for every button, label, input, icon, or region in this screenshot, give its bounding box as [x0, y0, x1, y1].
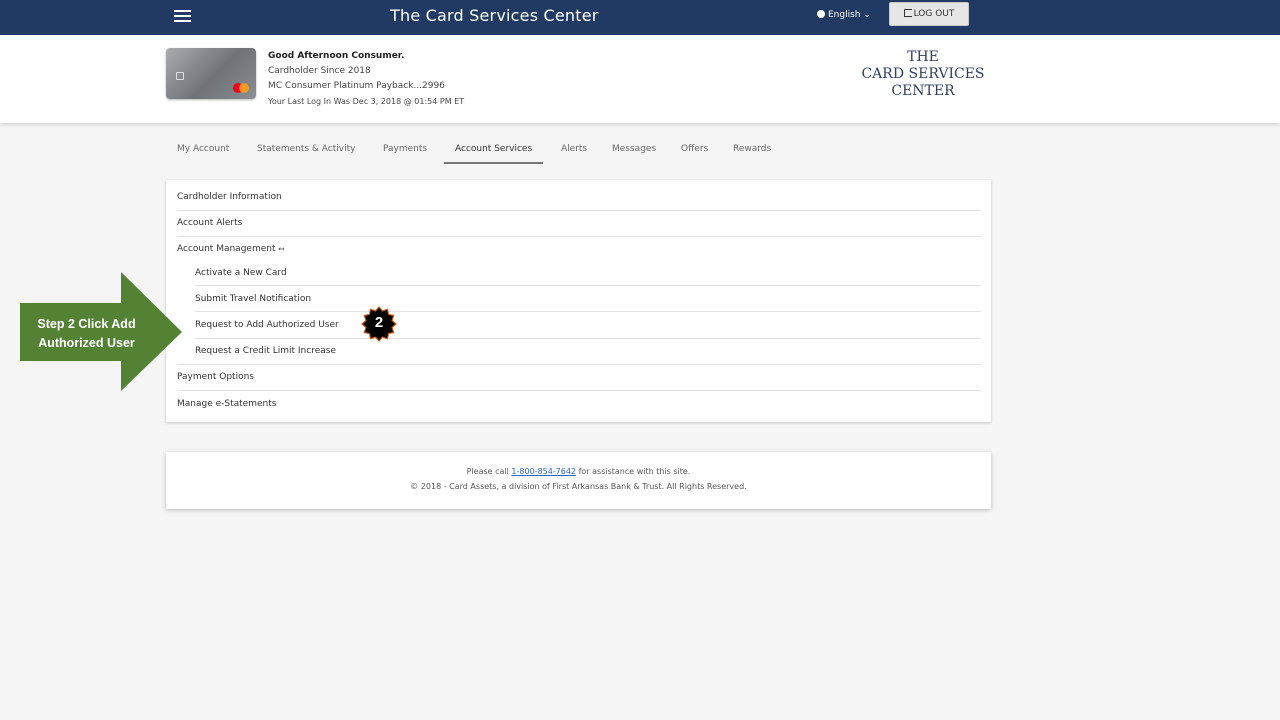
step-number: 2	[374, 314, 384, 331]
tab-my-account[interactable]: My Account	[177, 139, 229, 164]
phone-link[interactable]: 1-800-854-7642	[511, 467, 576, 476]
copyright: © 2018 - Card Assets, a division of Firs…	[410, 482, 747, 491]
menu-submit-travel-notification[interactable]: Submit Travel Notification	[195, 294, 311, 304]
top-navbar: The Card Services Center English ⌄ LOG O…	[0, 0, 1280, 35]
menu-request-add-authorized-user[interactable]: Request to Add Authorized User	[195, 320, 339, 330]
tab-account-services[interactable]: Account Services	[444, 139, 544, 164]
menu-manage-estatements[interactable]: Manage e-Statements	[177, 399, 276, 409]
tab-statements-activity[interactable]: Statements & Activity	[257, 139, 355, 164]
menu-account-management[interactable]: Account Management ↤	[177, 244, 284, 254]
logout-icon	[903, 9, 912, 17]
account-management-label: Account Management	[177, 244, 276, 254]
menu-request-credit-limit-increase[interactable]: Request a Credit Limit Increase	[195, 346, 336, 356]
greeting: Good Afternoon Consumer.	[268, 51, 405, 61]
globe-icon	[817, 10, 825, 18]
language-selector[interactable]: English ⌄	[817, 10, 871, 20]
last-login: Your Last Log In Was Dec 3, 2018 @ 01:54…	[268, 97, 465, 106]
hamburger-menu-icon[interactable]	[174, 10, 191, 23]
member-since: Cardholder Since 2018	[268, 66, 371, 76]
card-services-logo: THE CARD SERVICES CENTER	[861, 49, 985, 99]
tab-rewards[interactable]: Rewards	[733, 139, 771, 164]
tab-alerts[interactable]: Alerts	[561, 139, 587, 164]
menu-activate-new-card[interactable]: Activate a New Card	[195, 268, 287, 278]
site-title: The Card Services Center	[390, 6, 599, 25]
tab-messages[interactable]: Messages	[612, 139, 656, 164]
logout-label: LOG OUT	[913, 9, 955, 19]
footer: Please call 1-800-854-7642 for assistanc…	[166, 452, 991, 509]
menu-payment-options[interactable]: Payment Options	[177, 372, 254, 382]
tab-payments[interactable]: Payments	[383, 139, 427, 164]
assistance-text: Please call 1-800-854-7642 for assistanc…	[466, 467, 691, 476]
logout-button[interactable]: LOG OUT	[889, 2, 969, 26]
account-name: MC Consumer Platinum Payback...2996	[268, 81, 445, 91]
callout-text: Step 2 Click Add Authorized User	[37, 317, 136, 350]
menu-account-alerts[interactable]: Account Alerts	[177, 218, 242, 228]
language-label: English	[828, 10, 861, 20]
menu-cardholder-information[interactable]: Cardholder Information	[177, 192, 282, 202]
credit-card-image	[166, 48, 256, 99]
tab-offers[interactable]: Offers	[681, 139, 708, 164]
card-chip-icon	[176, 72, 184, 80]
expanded-arrows-icon: ↤	[278, 245, 285, 253]
divider	[177, 210, 981, 211]
